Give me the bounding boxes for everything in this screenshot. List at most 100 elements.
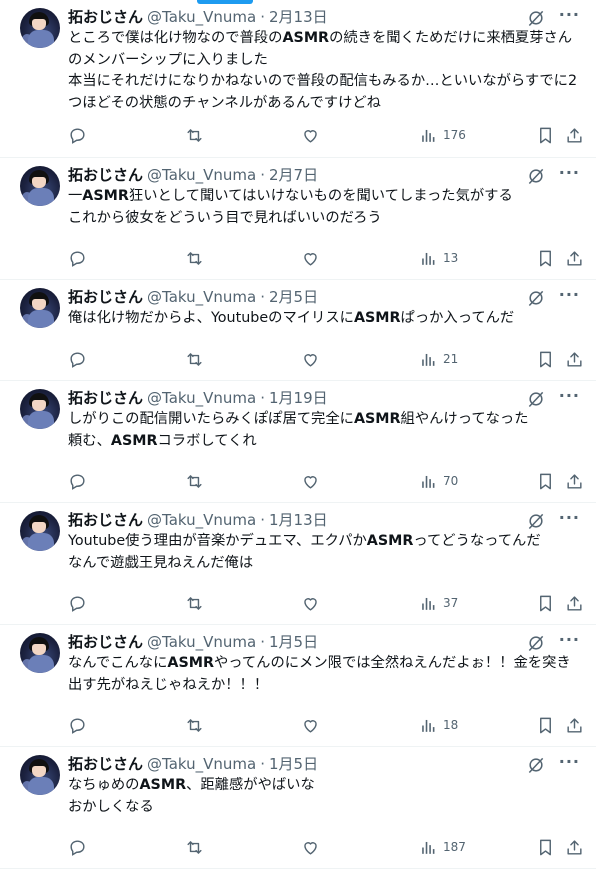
- separator-dot: ·: [260, 389, 265, 407]
- avatar[interactable]: [20, 288, 60, 328]
- share-button[interactable]: [565, 836, 584, 858]
- retweet-button[interactable]: [185, 714, 204, 736]
- views-button[interactable]: 21: [419, 348, 458, 370]
- views-button[interactable]: 13: [419, 247, 458, 269]
- more-icon[interactable]: ···: [559, 5, 580, 24]
- avatar[interactable]: [20, 166, 60, 206]
- author-handle[interactable]: @Taku_Vnuma: [147, 389, 256, 407]
- retweet-button[interactable]: [185, 124, 204, 146]
- tweet-date[interactable]: 2月13日: [269, 8, 328, 26]
- bookmark-button[interactable]: [536, 836, 555, 858]
- reply-button[interactable]: [68, 836, 87, 858]
- separator-dot: ·: [260, 511, 265, 529]
- grok-icon[interactable]: [526, 288, 546, 308]
- author-handle[interactable]: @Taku_Vnuma: [147, 288, 256, 306]
- author-name[interactable]: 拓おじさん: [68, 755, 143, 773]
- bookmark-button[interactable]: [536, 714, 555, 736]
- share-button[interactable]: [565, 124, 584, 146]
- author-name[interactable]: 拓おじさん: [68, 288, 143, 306]
- like-button[interactable]: [301, 348, 320, 370]
- like-button[interactable]: [301, 124, 320, 146]
- tweet-date[interactable]: 1月5日: [269, 755, 318, 773]
- bookmark-button[interactable]: [536, 124, 555, 146]
- more-icon[interactable]: ···: [559, 752, 580, 771]
- author-handle[interactable]: @Taku_Vnuma: [147, 8, 256, 26]
- avatar[interactable]: [20, 633, 60, 673]
- more-icon[interactable]: ···: [559, 163, 580, 182]
- retweet-button[interactable]: [185, 836, 204, 858]
- more-icon[interactable]: ···: [559, 630, 580, 649]
- like-button[interactable]: [301, 470, 320, 492]
- tweet[interactable]: 拓おじさん @Taku_Vnuma · 2月13日 ··· ところで僕は化け物なので普段の…: [0, 0, 596, 158]
- share-button[interactable]: [565, 348, 584, 370]
- views-button[interactable]: 37: [419, 592, 458, 614]
- tweet[interactable]: 拓おじさん @Taku_Vnuma · 2月5日 ··· 俺は化け物だからよ、Youtub…: [0, 280, 596, 381]
- like-button[interactable]: [301, 836, 320, 858]
- reply-button[interactable]: [68, 348, 87, 370]
- grok-icon[interactable]: [526, 166, 546, 186]
- tweet-date[interactable]: 1月13日: [269, 511, 328, 529]
- views-count: 37: [443, 596, 459, 610]
- reply-button[interactable]: [68, 714, 87, 736]
- share-icon: [565, 249, 584, 268]
- reply-button[interactable]: [68, 124, 87, 146]
- views-icon: [419, 716, 438, 735]
- views-button[interactable]: 18: [419, 714, 458, 736]
- author-name[interactable]: 拓おじさん: [68, 511, 143, 529]
- tweet[interactable]: 拓おじさん @Taku_Vnuma · 1月19日 ··· しがりこの配信開いたらみくぽぽ…: [0, 381, 596, 503]
- bookmark-button[interactable]: [536, 592, 555, 614]
- bookmark-button[interactable]: [536, 348, 555, 370]
- share-button[interactable]: [565, 470, 584, 492]
- like-button[interactable]: [301, 592, 320, 614]
- bookmark-button[interactable]: [536, 470, 555, 492]
- tweet[interactable]: 拓おじさん @Taku_Vnuma · 1月5日 ··· なんでこんなにASMRやってんの…: [0, 625, 596, 747]
- share-button[interactable]: [565, 714, 584, 736]
- share-button[interactable]: [565, 247, 584, 269]
- author-name[interactable]: 拓おじさん: [68, 166, 143, 184]
- author-name[interactable]: 拓おじさん: [68, 633, 143, 651]
- tweet-date[interactable]: 1月5日: [269, 633, 318, 651]
- avatar[interactable]: [20, 755, 60, 795]
- separator-dot: ·: [260, 8, 265, 26]
- author-handle[interactable]: @Taku_Vnuma: [147, 633, 256, 651]
- more-icon[interactable]: ···: [559, 386, 580, 405]
- tweet-date[interactable]: 1月19日: [269, 389, 328, 407]
- tweet-date[interactable]: 2月5日: [269, 288, 318, 306]
- avatar[interactable]: [20, 511, 60, 551]
- author-handle[interactable]: @Taku_Vnuma: [147, 755, 256, 773]
- author-name[interactable]: 拓おじさん: [68, 8, 143, 26]
- like-button[interactable]: [301, 247, 320, 269]
- tweet[interactable]: 拓おじさん @Taku_Vnuma · 1月5日 ··· なちゅめのASMR、距離感がやば…: [0, 747, 596, 869]
- retweet-button[interactable]: [185, 470, 204, 492]
- author-handle[interactable]: @Taku_Vnuma: [147, 166, 256, 184]
- grok-icon[interactable]: [526, 511, 546, 531]
- more-icon[interactable]: ···: [559, 285, 580, 304]
- author-name[interactable]: 拓おじさん: [68, 389, 143, 407]
- text-segment: コラボしてくれ: [157, 432, 257, 449]
- views-button[interactable]: 176: [419, 124, 466, 146]
- tweet-date[interactable]: 2月7日: [269, 166, 318, 184]
- grok-icon[interactable]: [526, 8, 546, 28]
- like-button[interactable]: [301, 714, 320, 736]
- reply-icon: [68, 716, 87, 735]
- grok-icon[interactable]: [526, 755, 546, 775]
- reply-button[interactable]: [68, 247, 87, 269]
- views-button[interactable]: 70: [419, 470, 458, 492]
- like-icon: [301, 716, 320, 735]
- bookmark-button[interactable]: [536, 247, 555, 269]
- tweet[interactable]: 拓おじさん @Taku_Vnuma · 2月7日 ··· 一ASMR狂いとして聞いてはいけ…: [0, 158, 596, 280]
- avatar[interactable]: [20, 389, 60, 429]
- reply-button[interactable]: [68, 592, 87, 614]
- author-handle[interactable]: @Taku_Vnuma: [147, 511, 256, 529]
- more-icon[interactable]: ···: [559, 508, 580, 527]
- grok-icon[interactable]: [526, 633, 546, 653]
- grok-icon[interactable]: [526, 389, 546, 409]
- tweet[interactable]: 拓おじさん @Taku_Vnuma · 1月13日 ··· Youtube使う理由が音楽か…: [0, 503, 596, 625]
- retweet-button[interactable]: [185, 348, 204, 370]
- retweet-button[interactable]: [185, 592, 204, 614]
- retweet-button[interactable]: [185, 247, 204, 269]
- views-button[interactable]: 187: [419, 836, 466, 858]
- reply-button[interactable]: [68, 470, 87, 492]
- share-button[interactable]: [565, 592, 584, 614]
- avatar[interactable]: [20, 8, 60, 48]
